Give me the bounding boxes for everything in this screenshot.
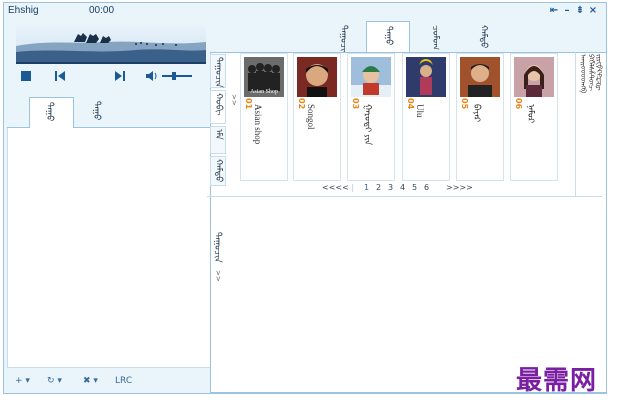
pager-prev[interactable]: <<<< [322,183,349,192]
tab-artists-mn[interactable]: ᠳᠠᠭᠤᠴᠢᠨ ᠤ [322,21,366,67]
artist-name: Asian shop [253,104,263,145]
side-nav-group[interactable]: ᠬᠠᠮᠲᠤ [210,156,226,186]
lower-section-label: ᠳᠠᠭᠤᠴᠢᠨ [212,232,222,263]
tab-label: ᠳᠠᠭᠤ [91,101,101,121]
tab-now-playing[interactable]: ᠳᠠᠭᠤ [29,97,74,128]
pin-icon[interactable]: ⇟ [575,5,585,16]
artist-photo [297,57,337,97]
app-title: Ehshig [8,5,39,16]
pager-page[interactable]: 1 [364,183,369,192]
artist-photo [460,57,500,97]
tab-songs[interactable]: ᠳᠠᠭᠤ [366,21,410,53]
top-tab-bar: ᠳᠠᠭᠤᠴᠢᠨ ᠤ ᠳᠠᠭᠤ ᠴᠣᠮᠣᠭ ᠬᠠᠮᠲᠤ [322,21,522,67]
pager-page[interactable]: 4 [400,183,405,192]
category-side-nav: ᠳᠠᠭᠤᠴᠢᠨ ᠬᠣᠪᠢ ᠡᠮᠡ ᠬᠠᠮᠲᠤ [208,52,230,186]
add-icon[interactable]: + ▾ [15,376,30,386]
left-bottom-toolbar: + ▾ ↻ ▾ ✖ ▾ LRC [7,373,210,390]
player-controls [12,66,209,88]
left-tab-bar: ᠳᠠᠭᠤ ᠳᠠᠭᠤ [7,97,210,128]
left-panel: ᠳᠠᠭᠤ ᠳᠠᠭᠤ + ▾ ↻ ▾ ✖ ▾ LRC [7,93,210,390]
side-nav-male[interactable]: ᠬᠣᠪᠢ [210,90,226,124]
tab-label: ᠳᠠᠭᠤ [44,102,54,122]
artist-photo: Asian Shop [244,57,284,97]
side-nav-label: ᠳᠠᠭᠤᠴᠢᠨ [213,57,223,88]
playlist-area[interactable] [7,128,210,368]
tab-albums[interactable]: ᠴᠣᠮᠣᠭ [414,21,458,53]
repeat-icon[interactable]: ↻ ▾ [47,376,62,386]
artist-card[interactable]: 06 ᠨᠠᠮᠤᠷ [510,53,558,181]
side-nav-label: ᠡᠮᠡ [213,129,223,140]
side-nav-female[interactable]: ᠡᠮᠡ [210,126,226,154]
tab-all[interactable]: ᠬᠠᠮᠲᠤ [462,21,506,53]
minimize-icon[interactable]: – [562,5,572,16]
pager-page[interactable]: 5 [412,183,417,192]
artist-name: ᠪᠠᠶᠠᠷ [472,104,482,123]
pager-page[interactable]: 2 [376,183,381,192]
close-icon[interactable]: × [588,5,598,16]
tab-playlist[interactable]: ᠳᠠᠭᠤ [77,97,122,127]
side-nav-label: ᠬᠠᠮᠲᠤ [213,159,223,183]
artist-card[interactable]: Asian Shop 01 Asian shop [240,53,288,181]
previous-icon[interactable] [52,68,68,84]
artist-number: 03 [351,98,360,110]
artist-number: 01 [244,98,253,110]
artist-number: 06 [514,98,523,110]
artist-card[interactable]: 03 ᠭᠠᠷᠤᠳᠢ ᠶᠢᠨ [347,53,395,181]
alphabet-column[interactable]: ᠵᠶᠷᠸᠹᠺᠻᠼᠽᠾ [595,54,605,91]
artist-photo [514,57,554,97]
pager-page[interactable]: 6 [424,183,429,192]
tab-label: ᠳᠠᠭᠤ [383,26,393,46]
pager-page[interactable]: 3 [388,183,393,192]
artist-name: ᠭᠠᠷᠤᠳᠢ ᠶᠢᠨ [363,104,373,146]
tab-label: ᠴᠣᠮᠣᠭ [430,25,440,51]
mini-mode-icon[interactable]: ⇤ [549,5,559,16]
title-bar: Ehshig 00:00 ⇤ – ⇟ × [4,3,606,21]
artist-photo [406,57,446,97]
artist-card[interactable]: 05 ᠪᠠᠶᠠᠷ [456,53,504,181]
artist-name: Ulu [415,104,425,118]
artist-number: 04 [406,98,415,110]
photo-caption: Asian Shop [250,89,278,95]
delete-icon[interactable]: ✖ ▾ [83,376,98,386]
artist-name: ᠨᠠᠮᠤᠷ [526,104,536,124]
section-divider [207,196,602,197]
lrc-button[interactable]: LRC [115,376,132,386]
lower-more-marker[interactable]: >> [213,270,223,282]
watermark-text: 最需网 [516,366,598,396]
next-icon[interactable] [112,68,128,84]
artist-photo [351,57,391,97]
side-nav-label: ᠬᠣᠪᠢ [213,93,223,116]
artist-name: Songol [306,104,316,130]
volume-icon[interactable] [144,68,160,84]
volume-slider[interactable] [162,71,192,81]
banner-landscape-image [16,22,206,64]
pager-next[interactable]: >>>> [446,183,473,192]
pager-separator: | [351,183,354,192]
artist-card[interactable]: 04 Ulu [402,53,450,181]
tab-label: ᠬᠠᠮᠲᠤ [478,25,488,49]
artist-number: 05 [460,98,469,110]
alphabet-index: ᠠᠡᠢᠣᠤᠥᠦᠨᠩᠪ ᠫᠬᠭᠮᠯᠰᠱᠲᠳᠴ ᠵᠶᠷᠸᠹᠺᠻᠼᠽᠾ [575,52,604,197]
stop-icon[interactable] [18,68,34,84]
artist-card[interactable]: 02 Songol [293,53,341,181]
artist-number: 02 [297,98,306,110]
side-nav-singers[interactable]: ᠳᠠᠭᠤᠴᠢᠨ [210,54,226,88]
more-marker[interactable]: >> [229,94,239,106]
time-display: 00:00 [89,5,115,16]
